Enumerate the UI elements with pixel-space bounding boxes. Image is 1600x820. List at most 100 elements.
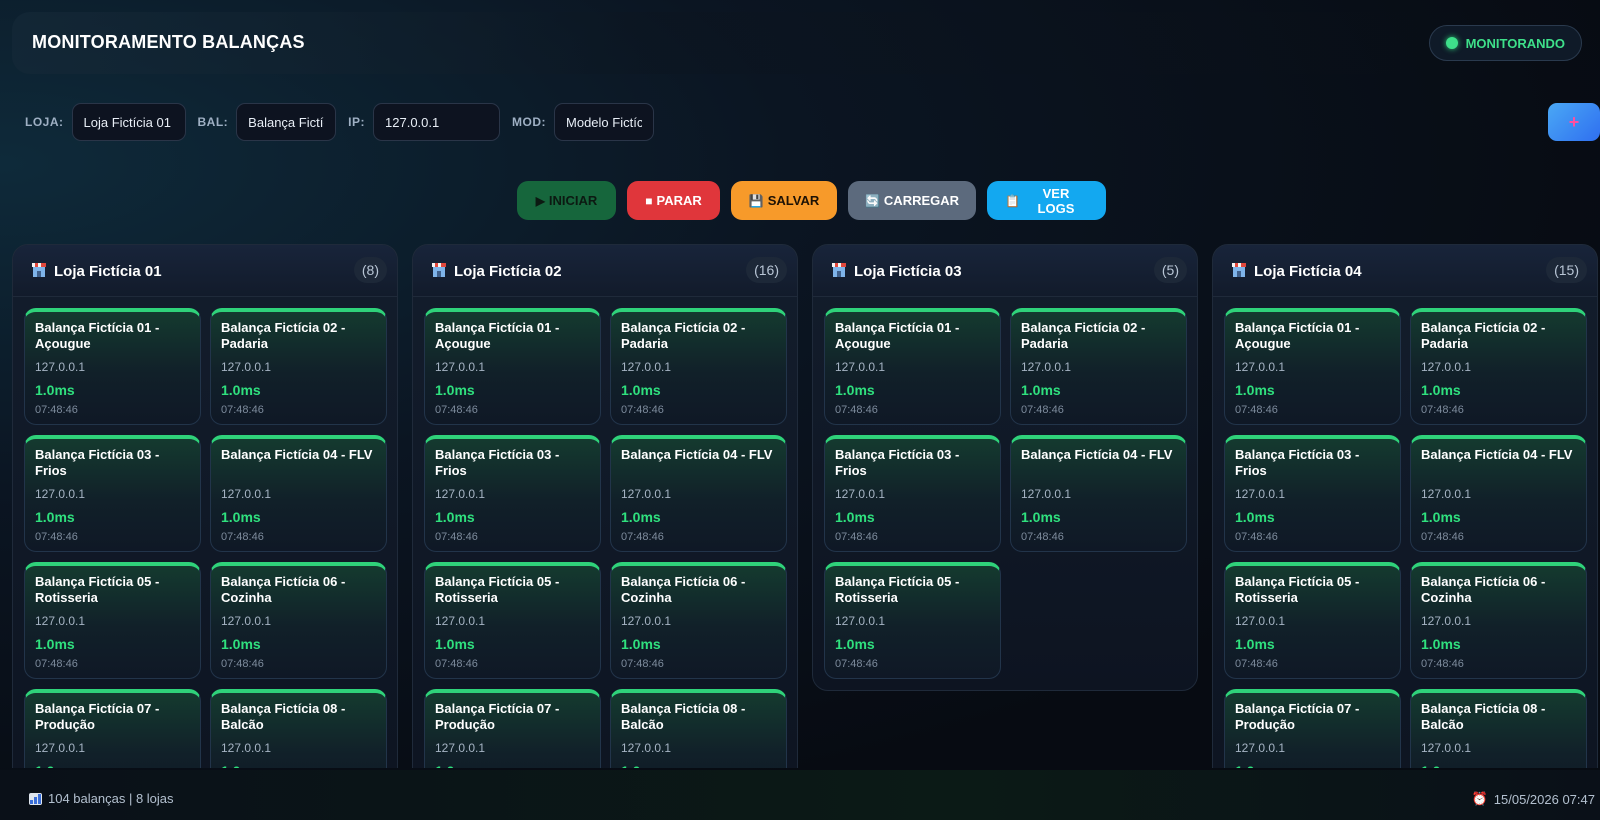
scale-card[interactable]: Balança Fictícia 06 - Cozinha 127.0.0.1 1.… <box>210 562 387 679</box>
scale-card[interactable]: Balança Fictícia 02 - Padaria 127.0.0.1 1.… <box>1410 308 1587 425</box>
scale-name: Balança Fictícia 03 - Frios <box>35 447 160 478</box>
scale-card[interactable]: Balança Fictícia 04 - FLV 127.0.0.1 1.0ms 0… <box>610 435 787 552</box>
scale-card[interactable]: Balança Fictícia 04 - FLV 127.0.0.1 1.0ms 0… <box>210 435 387 552</box>
scale-card[interactable]: Balança Fictícia 02 - Padaria 127.0.0.1 1.… <box>1010 308 1187 425</box>
store-input[interactable] <box>71 103 186 141</box>
status-text: MONITORANDO <box>1465 35 1565 51</box>
scale-latency: 1.0ms <box>835 636 875 652</box>
scale-name: Balança Fictícia 04 - FLV <box>1421 447 1573 462</box>
scale-last-check: 07:48:46 <box>1421 658 1464 670</box>
scale-card[interactable]: Balança Fictícia 02 - Padaria 127.0.0.1 1.… <box>210 308 387 425</box>
store-icon <box>1232 263 1246 277</box>
scale-ip: 127.0.0.1 <box>35 360 86 374</box>
bar-chart-icon <box>29 792 42 805</box>
scale-card[interactable]: Balança Fictícia 08 - Balcão 127.0.0.1 1.0… <box>1410 689 1587 768</box>
scale-last-check: 07:48:46 <box>1235 531 1278 543</box>
load-button[interactable]: 🔄 CARREGAR <box>848 181 976 220</box>
scale-ip: 127.0.0.1 <box>35 741 86 755</box>
scale-grid: Balança Fictícia 01 - Açougue 127.0.0.1 1.… <box>813 297 1197 690</box>
store-scale-count: (5) <box>1153 257 1187 283</box>
stop-button[interactable]: ■ PARAR <box>627 181 720 220</box>
scale-grid: Balança Fictícia 01 - Açougue 127.0.0.1 1.… <box>1213 297 1597 768</box>
scale-latency: 1.0ms <box>435 763 590 768</box>
scale-latency: 1.0ms <box>621 509 661 525</box>
scale-card[interactable]: Balança Fictícia 01 - Açougue 127.0.0.1 1.… <box>1224 308 1401 425</box>
scale-card[interactable]: Balança Fictícia 03 - Frios 127.0.0.1 1.0m… <box>424 435 601 552</box>
scale-latency: 1.0ms <box>1421 763 1576 768</box>
scale-last-check: 07:48:46 <box>435 531 478 543</box>
scale-card[interactable]: Balança Fictícia 08 - Balcão 127.0.0.1 1.0… <box>610 689 787 768</box>
view-logs-button[interactable]: 📋 VER LOGS <box>987 181 1106 220</box>
scale-card[interactable]: Balança Fictícia 03 - Frios 127.0.0.1 1.0m… <box>24 435 201 552</box>
scale-ip: 127.0.0.1 <box>435 614 486 628</box>
stop-icon: ■ <box>645 193 653 208</box>
scale-last-check: 07:48:46 <box>835 531 878 543</box>
scale-card[interactable]: Balança Fictícia 02 - Padaria 127.0.0.1 1.… <box>610 308 787 425</box>
scale-input[interactable] <box>236 103 337 141</box>
scale-ip: 127.0.0.1 <box>835 360 886 374</box>
scale-name: Balança Fictícia 04 - FLV <box>221 447 373 462</box>
scale-card[interactable]: Balança Fictícia 08 - Balcão 127.0.0.1 1.0… <box>210 689 387 768</box>
scale-ip: 127.0.0.1 <box>1235 741 1286 755</box>
scale-ip: 127.0.0.1 <box>1021 360 1072 374</box>
clipboard-icon: 📋 <box>1005 193 1020 208</box>
datetime-text: 15/05/2026 07:47 <box>1493 791 1595 807</box>
scale-card[interactable]: Balança Fictícia 06 - Cozinha 127.0.0.1 1.… <box>610 562 787 679</box>
model-input[interactable] <box>554 103 655 141</box>
scale-latency: 1.0ms <box>35 763 190 768</box>
plus-icon: + <box>1568 111 1580 132</box>
scale-card[interactable]: Balança Fictícia 04 - FLV 127.0.0.1 1.0ms 0… <box>1410 435 1587 552</box>
status-dot-icon <box>1445 37 1458 49</box>
scale-last-check: 07:48:46 <box>435 404 478 416</box>
scale-ip: 127.0.0.1 <box>621 614 672 628</box>
scale-last-check: 07:48:46 <box>1021 404 1064 416</box>
scale-name: Balança Fictícia 05 - Rotisseria <box>435 574 560 605</box>
scale-latency: 1.0ms <box>1421 382 1461 398</box>
scale-latency: 1.0ms <box>1235 636 1275 652</box>
scale-last-check: 07:48:46 <box>1235 404 1278 416</box>
scale-latency: 1.0ms <box>221 636 261 652</box>
scale-ip: 127.0.0.1 <box>221 360 272 374</box>
scale-ip: 127.0.0.1 <box>621 360 672 374</box>
scale-name: Balança Fictícia 08 - Balcão <box>1421 701 1546 732</box>
add-scale-button[interactable]: + <box>1548 103 1600 141</box>
scale-name: Balança Fictícia 06 - Cozinha <box>621 574 746 605</box>
scale-card[interactable]: Balança Fictícia 01 - Açougue 127.0.0.1 1.… <box>424 308 601 425</box>
scale-card[interactable]: Balança Fictícia 05 - Rotisseria 127.0.0.… <box>824 562 1001 679</box>
scale-latency: 1.0ms <box>221 382 261 398</box>
store-icon <box>432 263 446 277</box>
scale-latency: 1.0ms <box>1021 509 1061 525</box>
save-button[interactable]: 💾 SALVAR <box>731 181 837 220</box>
scale-ip: 127.0.0.1 <box>1421 741 1472 755</box>
scale-card[interactable]: Balança Fictícia 05 - Rotisseria 127.0.0.… <box>24 562 201 679</box>
scale-card[interactable]: Balança Fictícia 03 - Frios 127.0.0.1 1.0m… <box>824 435 1001 552</box>
scale-card[interactable]: Balança Fictícia 01 - Açougue 127.0.0.1 1.… <box>24 308 201 425</box>
load-label: CARREGAR <box>883 193 960 208</box>
scale-latency: 1.0ms <box>221 763 376 768</box>
store-label: LOJA: <box>25 115 64 129</box>
scale-card[interactable]: Balança Fictícia 04 - FLV 127.0.0.1 1.0ms 0… <box>1010 435 1187 552</box>
scale-card[interactable]: Balança Fictícia 07 - Produção 127.0.0.1 1… <box>424 689 601 768</box>
page-title: MONITORAMENTO BALANÇAS <box>32 32 305 52</box>
store-header: Loja Fictícia 04 (15) <box>1213 245 1597 297</box>
scale-card[interactable]: Balança Fictícia 03 - Frios 127.0.0.1 1.0m… <box>1224 435 1401 552</box>
scale-card[interactable]: Balança Fictícia 07 - Produção 127.0.0.1 1… <box>24 689 201 768</box>
scale-card[interactable]: Balança Fictícia 07 - Produção 127.0.0.1 1… <box>1224 689 1401 768</box>
scale-ip: 127.0.0.1 <box>221 741 272 755</box>
scale-card[interactable]: Balança Fictícia 01 - Açougue 127.0.0.1 1.… <box>824 308 1001 425</box>
ip-input[interactable] <box>373 103 501 141</box>
scale-ip: 127.0.0.1 <box>1235 360 1286 374</box>
scale-card[interactable]: Balança Fictícia 06 - Cozinha 127.0.0.1 1.… <box>1410 562 1587 679</box>
scale-latency: 1.0ms <box>1021 382 1061 398</box>
scale-card[interactable]: Balança Fictícia 05 - Rotisseria 127.0.0.… <box>1224 562 1401 679</box>
floppy-disk-icon: 💾 <box>748 193 764 208</box>
scale-name: Balança Fictícia 02 - Padaria <box>221 320 346 351</box>
scale-name: Balança Fictícia 05 - Rotisseria <box>35 574 160 605</box>
start-button[interactable]: ▶ INICIAR <box>517 181 616 220</box>
scale-card[interactable]: Balança Fictícia 05 - Rotisseria 127.0.0.… <box>424 562 601 679</box>
summary-text: 104 balanças | 8 lojas <box>48 791 174 806</box>
scale-latency: 1.0ms <box>435 382 475 398</box>
scale-name: Balança Fictícia 03 - Frios <box>1235 447 1360 478</box>
scale-last-check: 07:48:46 <box>221 531 264 543</box>
scale-latency: 1.0ms <box>435 509 475 525</box>
